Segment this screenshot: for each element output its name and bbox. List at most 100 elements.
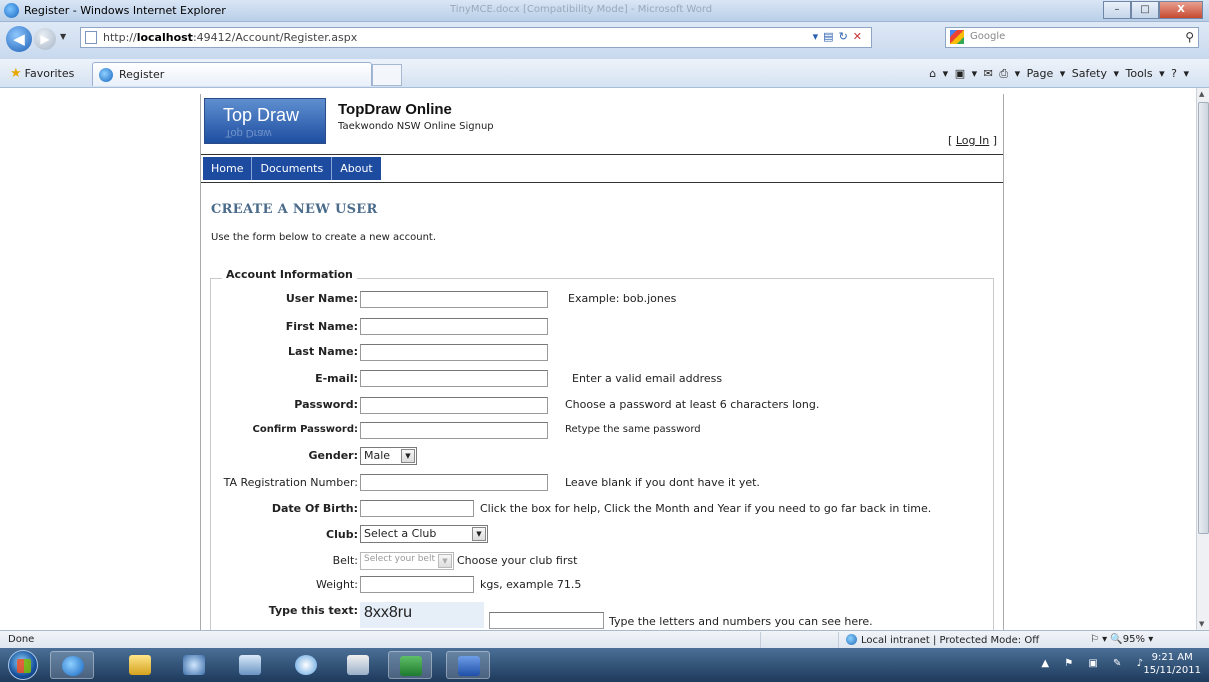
vertical-scrollbar[interactable]: ▲ ▼	[1196, 88, 1209, 630]
confirm-password-label: Confirm Password:	[252, 424, 358, 435]
windows-taskbar: ▲ ⚑ ▣ ✎ ♪ 9:21 AM 15/11/2011	[0, 648, 1209, 682]
login-area: [ Log In ]	[948, 134, 997, 147]
firstname-input[interactable]	[360, 318, 548, 335]
password-hint: Choose a password at least 6 characters …	[565, 398, 820, 411]
home-icon[interactable]: ⌂	[929, 67, 936, 80]
search-icon[interactable]: ⚲	[1185, 30, 1194, 44]
gender-dropdown-icon: ▼	[401, 449, 415, 463]
ta-registration-input[interactable]	[360, 474, 548, 491]
window-controls: – □ X	[1103, 1, 1203, 19]
window-title-bar: Register - Windows Internet Explorer Tin…	[0, 0, 1209, 22]
status-divider	[760, 632, 761, 648]
scroll-up-icon[interactable]: ▲	[1199, 90, 1204, 98]
status-text: Done	[8, 634, 35, 645]
new-tab-button[interactable]	[372, 64, 402, 86]
address-bar[interactable]: http://localhost:49412/Account/Register.…	[80, 27, 872, 48]
confirm-password-input[interactable]	[360, 422, 548, 439]
username-hint: Example: bob.jones	[568, 292, 677, 305]
print-icon[interactable]: ⎙	[999, 67, 1008, 80]
captcha-input[interactable]	[489, 612, 604, 629]
email-input[interactable]	[360, 370, 548, 387]
captcha-label: Type this text:	[268, 604, 358, 617]
favorites-bar: ★ Favorites Register ⌂ ▾ ▣ ▾ ✉ ⎙ ▾ Page ▾…	[0, 59, 1209, 88]
club-select[interactable]: Select a Club ▼	[360, 525, 488, 543]
internet-explorer-icon	[4, 3, 19, 18]
taskbar-explorer[interactable]	[118, 651, 162, 679]
weight-input[interactable]	[360, 576, 474, 593]
security-zone[interactable]: Local intranet | Protected Mode: Off	[846, 634, 1039, 646]
system-tray[interactable]: ▲ ⚑ ▣ ✎ ♪	[1041, 658, 1149, 669]
weight-hint: kgs, example 71.5	[480, 578, 582, 591]
favorites-button[interactable]: ★ Favorites	[10, 66, 74, 81]
scroll-down-icon[interactable]: ▼	[1199, 620, 1204, 628]
feeds-icon[interactable]: ▣	[955, 67, 965, 80]
tab-title: Register	[119, 68, 165, 81]
search-box[interactable]: Google ⚲	[945, 27, 1199, 48]
close-button[interactable]: X	[1159, 1, 1203, 19]
captcha-image: 8xx8ru	[360, 602, 484, 628]
menu-item-about[interactable]: About	[332, 157, 381, 180]
ta-registration-label: TA Registration Number:	[223, 476, 358, 489]
taskbar-word[interactable]	[446, 651, 490, 679]
site-header: Top Draw Top Draw TopDraw Online Taekwon…	[201, 94, 1003, 150]
command-bar[interactable]: ⌂ ▾ ▣ ▾ ✉ ⎙ ▾ Page ▾ Safety ▾ Tools ▾ ? …	[929, 67, 1189, 81]
taskbar-itunes[interactable]	[284, 651, 328, 679]
minimize-button[interactable]: –	[1103, 1, 1131, 19]
intro-text: Use the form below to create a new accou…	[211, 232, 437, 243]
mail-icon[interactable]: ✉	[984, 67, 993, 80]
dob-input[interactable]	[360, 500, 474, 517]
history-dropdown-icon[interactable]: ▼	[60, 32, 66, 41]
start-button[interactable]	[8, 650, 38, 680]
clock-date: 15/11/2011	[1143, 665, 1201, 676]
belt-hint: Choose your club first	[457, 554, 578, 567]
menu-bar: Home Documents About	[201, 154, 1003, 183]
firstname-label: First Name:	[285, 320, 358, 333]
dob-hint: Click the box for help, Click the Month …	[480, 502, 932, 515]
username-input[interactable]	[360, 291, 548, 308]
site-logo[interactable]: Top Draw Top Draw	[204, 98, 326, 144]
help-icon[interactable]: ?	[1171, 67, 1177, 80]
taskbar-media[interactable]	[172, 651, 216, 679]
zoom-level[interactable]: ⚐ ▾ 🔍95% ▾	[1090, 634, 1153, 645]
status-divider	[838, 632, 839, 648]
menu-item-documents[interactable]: Documents	[252, 157, 333, 180]
belt-select[interactable]: Select your belt ▼	[360, 552, 454, 570]
belt-dropdown-icon: ▼	[438, 554, 452, 568]
gender-label: Gender:	[308, 449, 358, 462]
fieldset-legend: Account Information	[222, 268, 357, 281]
google-icon	[950, 30, 964, 44]
main-menu: Home Documents About	[203, 157, 381, 180]
address-dropdown-icon[interactable]: ▾	[813, 30, 824, 43]
taskbar-clock[interactable]: 9:21 AM 15/11/2011	[1143, 651, 1201, 677]
status-bar: Done Local intranet | Protected Mode: Of…	[0, 630, 1209, 648]
background-window-title: TinyMCE.docx [Compatibility Mode] - Micr…	[450, 4, 713, 15]
belt-label: Belt:	[332, 554, 358, 567]
gender-select[interactable]: Male ▼	[360, 447, 417, 465]
password-label: Password:	[294, 398, 358, 411]
compatibility-view-icon[interactable]: ▤	[823, 30, 838, 43]
taskbar-network[interactable]	[228, 651, 272, 679]
url-text[interactable]: http://localhost:49412/Account/Register.…	[103, 31, 357, 44]
weight-label: Weight:	[315, 578, 358, 591]
clock-time: 9:21 AM	[1151, 652, 1193, 663]
maximize-button[interactable]: □	[1131, 1, 1159, 19]
taskbar-sql-server[interactable]	[336, 651, 380, 679]
password-input[interactable]	[360, 397, 548, 414]
scrollbar-thumb[interactable]	[1198, 102, 1209, 534]
lastname-input[interactable]	[360, 344, 548, 361]
refresh-icon[interactable]: ↻	[839, 30, 853, 43]
back-button[interactable]: ◀	[6, 26, 32, 52]
login-link[interactable]: Log In	[956, 134, 989, 147]
site-subtitle: Taekwondo NSW Online Signup	[338, 121, 494, 132]
address-toolbar: ◀ ▶ ▼ http://localhost:49412/Account/Reg…	[0, 22, 1209, 59]
forward-button[interactable]: ▶	[34, 28, 56, 50]
menu-item-home[interactable]: Home	[203, 157, 253, 180]
club-label: Club:	[326, 528, 358, 541]
username-label: User Name:	[285, 292, 358, 305]
taskbar-excel[interactable]	[388, 651, 432, 679]
stop-icon[interactable]: ✕	[853, 30, 867, 43]
taskbar-internet-explorer[interactable]	[50, 651, 94, 679]
dob-label: Date Of Birth:	[271, 502, 358, 515]
tab-register[interactable]: Register	[92, 62, 372, 86]
site-title: TopDraw Online	[338, 101, 452, 118]
